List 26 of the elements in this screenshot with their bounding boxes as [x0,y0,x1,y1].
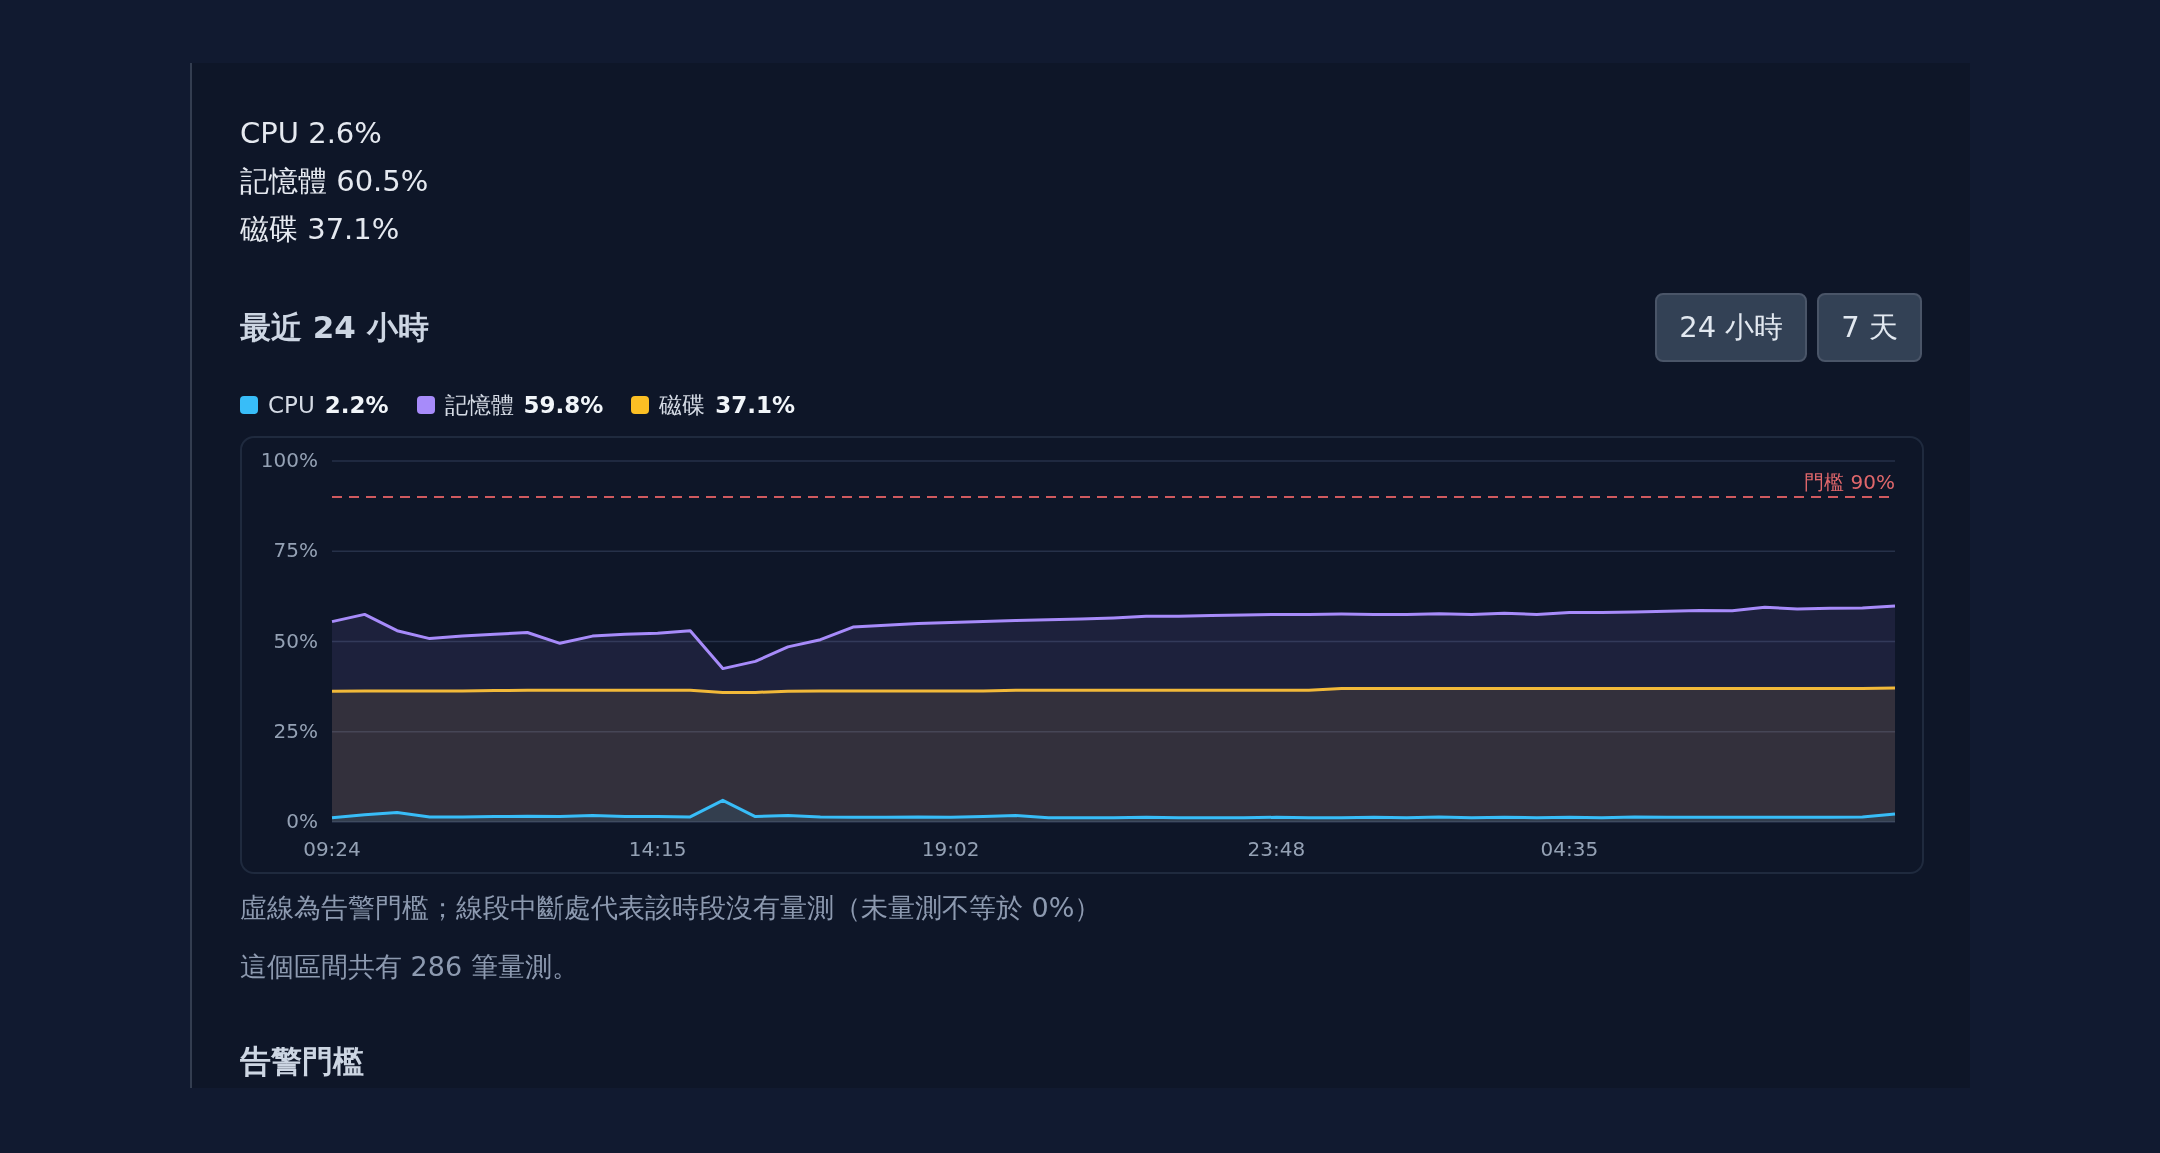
section-heading: 最近 24 小時 [240,307,429,347]
metric-reading: 磁碟 37.1% [240,211,401,248]
y-axis-label: 50% [273,628,318,653]
legend-label: 記憶體 [444,390,514,420]
x-axis-label: 19:02 [921,837,980,861]
threshold-label: 門檻 90% [1804,470,1895,495]
x-axis-label: 04:35 [1540,837,1599,861]
legend-label: 磁碟 [659,390,706,420]
legend-value: 59.8% [523,392,604,418]
section-heading: 告警門檻 [240,1042,365,1081]
y-axis-label: 100% [260,448,318,472]
legend-label: CPU [268,392,315,418]
x-axis-label: 14:15 [628,837,687,861]
x-axis-label: 09:24 [303,837,361,861]
metric-reading: CPU 2.6% [240,115,383,152]
metric-reading: 記憶體 60.5% [240,163,430,200]
x-axis-label: 23:48 [1247,837,1306,861]
chart-note: 虛線為告警門檻；線段中斷處代表該時段沒有量測（未量測不等於 0%） [240,891,1103,925]
y-axis-label: 75% [273,538,318,563]
y-axis-label: 0% [286,809,318,833]
range-button[interactable]: 7 天 [1817,293,1922,362]
measurement-count: 這個區間共有 286 筆量測。 [240,950,580,984]
legend-value: 37.1% [715,392,796,418]
y-axis-label: 25% [273,718,318,743]
range-button[interactable]: 24 小時 [1655,293,1808,362]
legend-value: 2.2% [324,392,389,418]
